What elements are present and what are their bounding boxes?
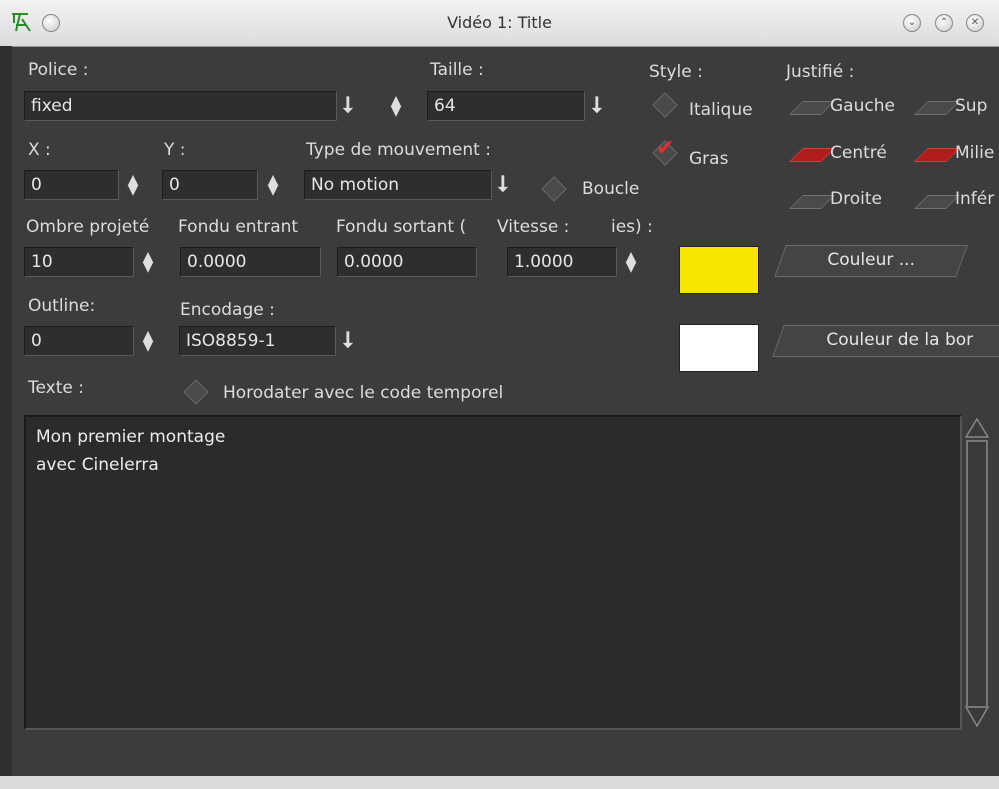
y-stepper[interactable]: ▲ ▼ [266, 173, 280, 197]
justify-left-radio[interactable] [789, 101, 835, 115]
size-field[interactable]: 64 [427, 91, 585, 121]
motion-field[interactable]: No motion [304, 170, 492, 200]
loop-checkbox[interactable] [541, 176, 567, 202]
italic-checkbox[interactable] [652, 92, 678, 118]
down-arrow-icon[interactable]: ▼ [126, 183, 140, 197]
outline-color-button[interactable]: Couleur de la bor [772, 325, 999, 357]
outline-color-swatch [679, 324, 759, 372]
maximize-icon[interactable]: ⌃ [935, 14, 953, 32]
minimize-icon[interactable]: ⌄ [903, 14, 921, 32]
size-dropdown-arrow-icon[interactable]: ⭣ [592, 94, 602, 118]
window-left-border [0, 46, 12, 789]
motion-label: Type de mouvement : [306, 140, 491, 160]
outline-color-button-label: Couleur de la bor [825, 330, 973, 350]
motion-dropdown-arrow-icon[interactable]: ⭣ [498, 173, 508, 197]
fadein-field[interactable]: 0.0000 [180, 247, 321, 277]
outline-field[interactable]: 0 [24, 326, 134, 356]
fadeout-label: Fondu sortant ( [336, 217, 467, 237]
x-label: X : [28, 140, 51, 160]
justify-bottom-label: Infér [955, 189, 995, 209]
scrollbar-thumb[interactable] [966, 440, 988, 708]
color-button[interactable]: Couleur ... [774, 245, 968, 277]
speed-stepper[interactable]: ▲ ▼ [624, 250, 638, 274]
font-field[interactable]: fixed [24, 91, 337, 121]
fadeout-field[interactable]: 0.0000 [337, 247, 477, 277]
dropshadow-stepper[interactable]: ▲ ▼ [141, 250, 155, 274]
font-dropdown-arrow-icon[interactable]: ⭣ [343, 94, 353, 118]
justify-top-radio[interactable] [914, 101, 960, 115]
color-swatch [679, 246, 759, 294]
justify-center-radio[interactable] [789, 148, 835, 162]
encoding-dropdown-arrow-icon[interactable]: ⭣ [343, 329, 353, 353]
text-label: Texte : [28, 378, 84, 398]
close-icon[interactable]: ✕ [966, 14, 984, 32]
down-arrow-icon[interactable]: ▼ [141, 260, 155, 274]
encoding-field[interactable]: ISO8859-1 [179, 326, 336, 356]
justify-label: Justifié : [786, 62, 855, 82]
font-label: Police : [28, 60, 89, 80]
color-button-label: Couleur ... [827, 250, 916, 270]
down-arrow-icon[interactable]: ▼ [389, 104, 403, 118]
down-arrow-icon[interactable]: ▼ [624, 260, 638, 274]
dropshadow-label: Ombre projeté [26, 217, 150, 237]
title-text-area[interactable]: Mon premier montage avec Cinelerra [24, 415, 962, 730]
justify-middle-label: Milie [955, 143, 995, 163]
text-line: Mon premier montage [36, 427, 226, 447]
size-label: Taille : [430, 60, 484, 80]
window-bottom-border [0, 776, 999, 789]
scroll-up-arrow-icon[interactable] [964, 417, 990, 438]
speed-label: Vitesse : [497, 217, 570, 237]
y-label: Y : [164, 140, 186, 160]
justify-left-label: Gauche [830, 96, 895, 116]
style-label: Style : [649, 62, 703, 82]
justify-middle-radio[interactable] [914, 148, 960, 162]
speed-field[interactable]: 1.0000 [507, 247, 617, 277]
timecode-checkbox[interactable] [183, 379, 209, 405]
dropshadow-field[interactable]: 10 [24, 247, 134, 277]
bold-label: Gras [689, 149, 729, 169]
down-arrow-icon[interactable]: ▼ [141, 339, 155, 353]
outline-stepper[interactable]: ▲ ▼ [141, 329, 155, 353]
window-title: Vidéo 1: Title [447, 13, 552, 32]
font-stepper[interactable]: ▲ ▼ [389, 94, 403, 118]
seconds-label: ies) : [611, 217, 653, 237]
outline-label: Outline: [28, 296, 96, 316]
justify-right-radio[interactable] [789, 195, 835, 209]
x-stepper[interactable]: ▲ ▼ [126, 173, 140, 197]
fadein-label: Fondu entrant [178, 217, 299, 237]
italic-label: Italique [689, 100, 753, 120]
loop-label: Boucle [582, 179, 640, 199]
x-field[interactable]: 0 [24, 170, 119, 200]
encoding-label: Encodage : [180, 300, 275, 320]
justify-right-label: Droite [830, 189, 882, 209]
check-icon: ✔ [656, 136, 675, 161]
justify-bottom-radio[interactable] [914, 195, 960, 209]
down-arrow-icon[interactable]: ▼ [266, 183, 280, 197]
timecode-label: Horodater avec le code temporel [223, 383, 504, 403]
scroll-down-arrow-icon[interactable] [964, 706, 990, 728]
justify-top-label: Sup [955, 96, 988, 116]
window-titlebar[interactable]: Vidéo 1: Title ⌄ ⌃ ✕ [0, 0, 999, 47]
y-field[interactable]: 0 [162, 170, 258, 200]
justify-center-label: Centré [830, 143, 887, 163]
text-line: avec Cinelerra [36, 455, 159, 475]
